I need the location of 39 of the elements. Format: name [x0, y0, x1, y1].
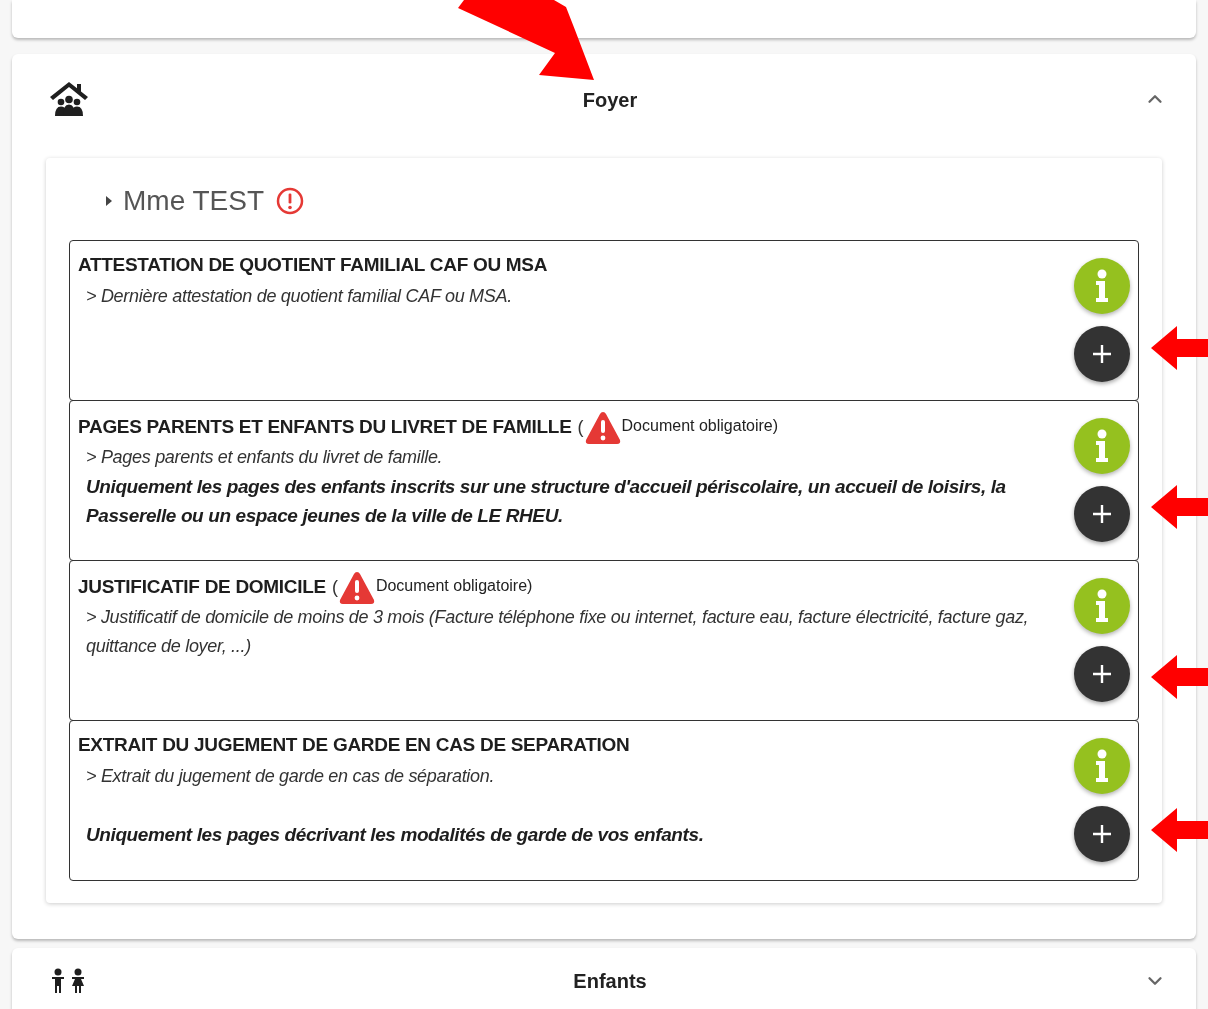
info-icon — [1094, 749, 1110, 783]
caret-right-icon[interactable] — [105, 194, 113, 208]
annotation-arrow — [1151, 808, 1208, 852]
add-button[interactable] — [1074, 646, 1130, 702]
add-button[interactable] — [1074, 806, 1130, 862]
parenthesis-text: ( — [577, 416, 584, 439]
foyer-header[interactable]: Foyer — [12, 54, 1196, 144]
house-family-icon — [48, 80, 90, 118]
document-description: > Dernière attestation de quotient familial CAF ou MSA. — [85, 284, 513, 308]
document-title: EXTRAIT DU JUGEMENT DE GARDE EN CAS DE SEPARATION — [78, 733, 630, 757]
info-icon — [1094, 589, 1110, 623]
document-note: Uniquement les pages décrivant les modalités de garde de vos enfants. — [85, 822, 705, 847]
section-title: Foyer — [582, 88, 638, 113]
annotation-arrow — [1151, 326, 1208, 370]
plus-icon — [1092, 664, 1112, 684]
add-button[interactable] — [1074, 326, 1130, 382]
plus-icon — [1092, 824, 1112, 844]
warning-icon — [583, 411, 622, 445]
document-title: JUSTIFICATIF DE DOMICILE — [78, 574, 326, 599]
annotation-arrow — [1151, 485, 1208, 529]
document-title: PAGES PARENTS ET ENFANTS DU LIVRET DE FAMILLE — [78, 414, 572, 439]
add-button[interactable] — [1074, 486, 1130, 542]
info-icon — [1094, 429, 1110, 463]
enfants-header[interactable]: Enfants — [12, 948, 1196, 1009]
warning-icon — [337, 571, 376, 605]
section-title: Enfants — [573, 969, 647, 994]
person-name[interactable]: Mme TEST — [123, 180, 265, 222]
plus-icon — [1092, 344, 1112, 364]
parenthesis-text: ( — [331, 576, 338, 599]
document-title: ATTESTATION DE QUOTIENT FAMILIAL CAF OU MSA — [78, 253, 548, 277]
document-description: > Justificatif de domicile de moins de 3 mois (Facture téléphone fixe ou internet, facture eau, facture électricité, facture gaz, quittance de loyer, ...) — [85, 606, 1030, 658]
mandatory-label: Document obligatoire) — [621, 416, 779, 436]
mandatory-label: Document obligatoire) — [375, 576, 533, 596]
info-icon — [1094, 269, 1110, 303]
document-note: Uniquement les pages des enfants inscrits sur une structure d'accueil périscolaire, un accueil de loisirs, la Passerelle ou un espace jeunes de la ville de LE RHEU. — [85, 475, 1007, 528]
document-description: > Extrait du jugement de garde en cas de séparation. — [85, 764, 496, 788]
annotation-arrow — [1151, 655, 1208, 699]
plus-icon — [1092, 504, 1112, 524]
document-description: > Pages parents et enfants du livret de famille. — [85, 446, 444, 469]
